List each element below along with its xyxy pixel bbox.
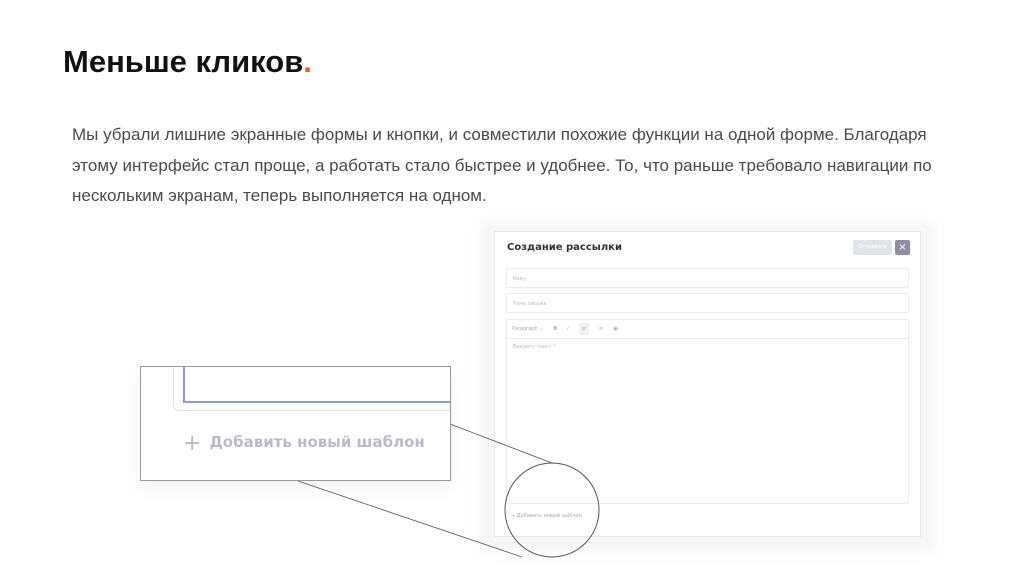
magnifier-circle	[504, 462, 600, 558]
zoomed-add-template[interactable]: + Добавить новый шаблон	[183, 431, 425, 456]
zoomed-detail: + Добавить новый шаблон	[140, 366, 451, 481]
connector-line-top	[449, 423, 553, 464]
plus-icon: +	[183, 431, 202, 456]
zoomed-add-label: Добавить новый шаблон	[209, 433, 425, 451]
magnifier-lines	[297, 423, 600, 558]
zoomed-focused-field	[183, 367, 450, 403]
connector-line-bottom	[297, 480, 523, 558]
